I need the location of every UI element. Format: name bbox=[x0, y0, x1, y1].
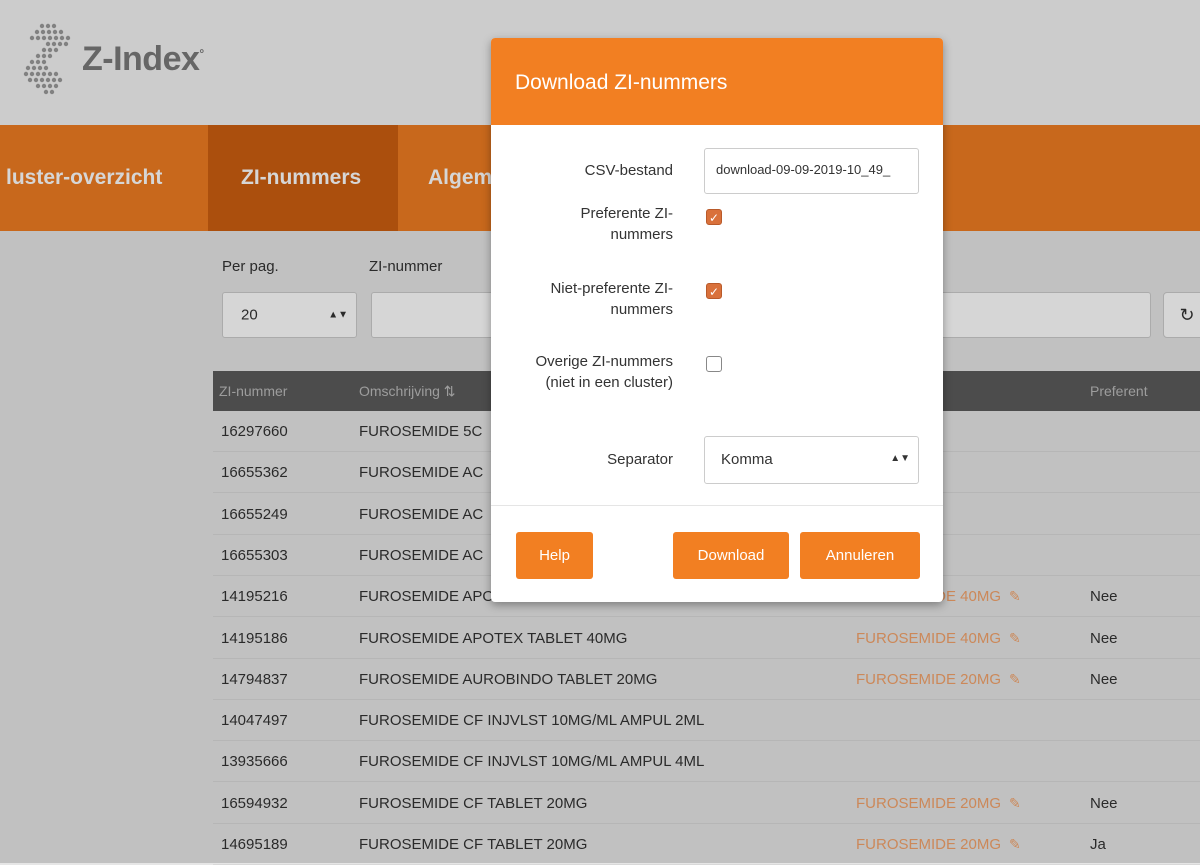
csv-filename-input[interactable]: download-09-09-2019-10_49_ bbox=[704, 148, 919, 194]
dialog-footer-divider bbox=[491, 505, 943, 506]
help-button[interactable]: Help bbox=[516, 532, 593, 579]
dialog-title: Download ZI-nummers bbox=[515, 71, 728, 94]
niet-preferente-checkbox[interactable]: ✓ bbox=[706, 283, 722, 299]
chevron-down-icon: ▲▼ bbox=[890, 453, 910, 464]
csv-filename-value: download-09-09-2019-10_49_ bbox=[716, 162, 891, 177]
dialog-header: Download ZI-nummers bbox=[491, 38, 943, 125]
preferente-label: Preferente ZI-nummers bbox=[580, 205, 673, 243]
download-button[interactable]: Download bbox=[673, 532, 789, 579]
check-icon: ✓ bbox=[708, 211, 720, 225]
separator-label: Separator bbox=[607, 451, 673, 468]
separator-select[interactable]: Komma ▲▼ bbox=[704, 436, 919, 484]
overige-label: Overige ZI-nummers (niet in een cluster) bbox=[535, 353, 673, 391]
overige-checkbox[interactable] bbox=[706, 356, 722, 372]
check-icon: ✓ bbox=[708, 285, 720, 299]
separator-value: Komma bbox=[721, 451, 773, 468]
preferente-checkbox[interactable]: ✓ bbox=[706, 209, 722, 225]
niet-preferente-label: Niet-preferente ZI-nummers bbox=[550, 280, 673, 318]
download-dialog: Download ZI-nummers CSV-bestand download… bbox=[491, 38, 943, 602]
cancel-button[interactable]: Annuleren bbox=[800, 532, 920, 579]
csv-bestand-label: CSV-bestand bbox=[584, 162, 673, 179]
